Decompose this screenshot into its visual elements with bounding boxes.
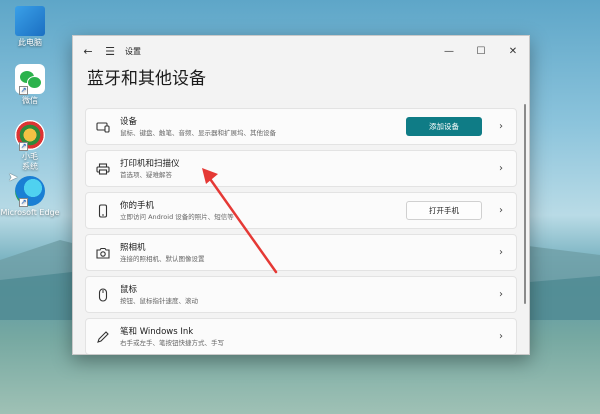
page-title: 蓝牙和其他设备: [87, 69, 206, 89]
computer-icon: [15, 6, 45, 36]
shortcut-arrow-icon: ↗: [19, 86, 28, 95]
card-pen-windows-ink[interactable]: 笔和 Windows Ink 右手或左手、笔按钮快捷方式、手写 ›: [85, 318, 517, 354]
scrollbar[interactable]: [524, 104, 526, 304]
helper-app-icon: ↗: [15, 120, 45, 151]
card-camera[interactable]: 照相机 连接的照相机、默认图像设置 ›: [85, 234, 517, 271]
card-printers-scanners[interactable]: 打印机和扫描仪 首选项、疑难解答 ›: [85, 150, 517, 187]
card-devices[interactable]: 设备 鼠标、键盘、触笔、音频、显示器和扩展坞、其他设备 添加设备 ›: [85, 108, 517, 145]
add-device-button[interactable]: 添加设备: [406, 117, 482, 136]
chevron-right-icon[interactable]: ›: [486, 163, 516, 174]
card-description: 首选项、疑难解答: [120, 170, 172, 179]
minimize-button[interactable]: —: [433, 36, 465, 66]
card-title: 鼠标: [120, 284, 138, 295]
chevron-right-icon[interactable]: ›: [486, 121, 516, 132]
edge-icon: ↗: [15, 176, 45, 207]
desktop-icon-label: 小毛 系统: [22, 152, 38, 171]
card-description: 右手或左手、笔按钮快捷方式、手写: [120, 338, 224, 347]
shortcut-arrow-icon: ↗: [19, 198, 28, 207]
desktop-icon-computer[interactable]: 此电脑: [0, 6, 60, 48]
shortcut-arrow-icon: ↗: [19, 142, 28, 151]
desktop-icon-wechat[interactable]: ↗ 微信: [0, 64, 60, 106]
card-title: 设备: [120, 116, 138, 127]
wechat-icon: ↗: [15, 64, 45, 95]
card-title: 你的手机: [120, 200, 155, 211]
chevron-right-icon[interactable]: ›: [486, 205, 516, 216]
back-button[interactable]: ←: [77, 36, 99, 66]
settings-window: ← ☰ 设置 — ☐ ✕ 蓝牙和其他设备 设备 鼠标、键盘、触笔、音频、显示器和…: [72, 35, 530, 355]
desktop-icon-label: 此电脑: [18, 38, 42, 47]
chevron-right-icon[interactable]: ›: [486, 289, 516, 300]
window-title: 设置: [125, 46, 141, 56]
close-button[interactable]: ✕: [497, 36, 529, 66]
card-description: 鼠标、键盘、触笔、音频、显示器和扩展坞、其他设备: [120, 128, 276, 137]
desktop-icon-label: Microsoft Edge: [0, 208, 60, 217]
phone-icon: [86, 203, 120, 218]
card-description: 立即访问 Android 设备的照片、短信等: [120, 212, 234, 221]
mouse-cursor-icon: ➤: [8, 170, 19, 184]
card-description: 按钮、鼠标指针速度、滚动: [120, 296, 198, 305]
chevron-right-icon[interactable]: ›: [486, 247, 516, 258]
card-description: 连接的照相机、默认图像设置: [120, 254, 205, 263]
mouse-icon: [86, 287, 120, 302]
card-mouse[interactable]: 鼠标 按钮、鼠标指针速度、滚动 ›: [85, 276, 517, 313]
device-settings-list: 设备 鼠标、键盘、触笔、音频、显示器和扩展坞、其他设备 添加设备 › 打印机和扫…: [85, 108, 517, 354]
chevron-right-icon[interactable]: ›: [486, 331, 516, 342]
desktop-icon-label: 微信: [22, 96, 38, 105]
pen-icon: [86, 330, 120, 344]
card-your-phone[interactable]: 你的手机 立即访问 Android 设备的照片、短信等 打开手机 ›: [85, 192, 517, 229]
maximize-button[interactable]: ☐: [465, 36, 497, 66]
camera-icon: [86, 247, 120, 259]
card-title: 笔和 Windows Ink: [120, 326, 194, 337]
menu-button[interactable]: ☰: [99, 36, 121, 66]
devices-icon: [86, 121, 120, 133]
printer-icon: [86, 162, 120, 175]
title-bar: ← ☰ 设置 — ☐ ✕: [73, 36, 529, 66]
desktop-icon-helper[interactable]: ↗ 小毛 系统: [0, 120, 60, 172]
open-phone-button[interactable]: 打开手机: [406, 201, 482, 220]
card-title: 打印机和扫描仪: [120, 158, 180, 169]
card-title: 照相机: [120, 242, 146, 253]
